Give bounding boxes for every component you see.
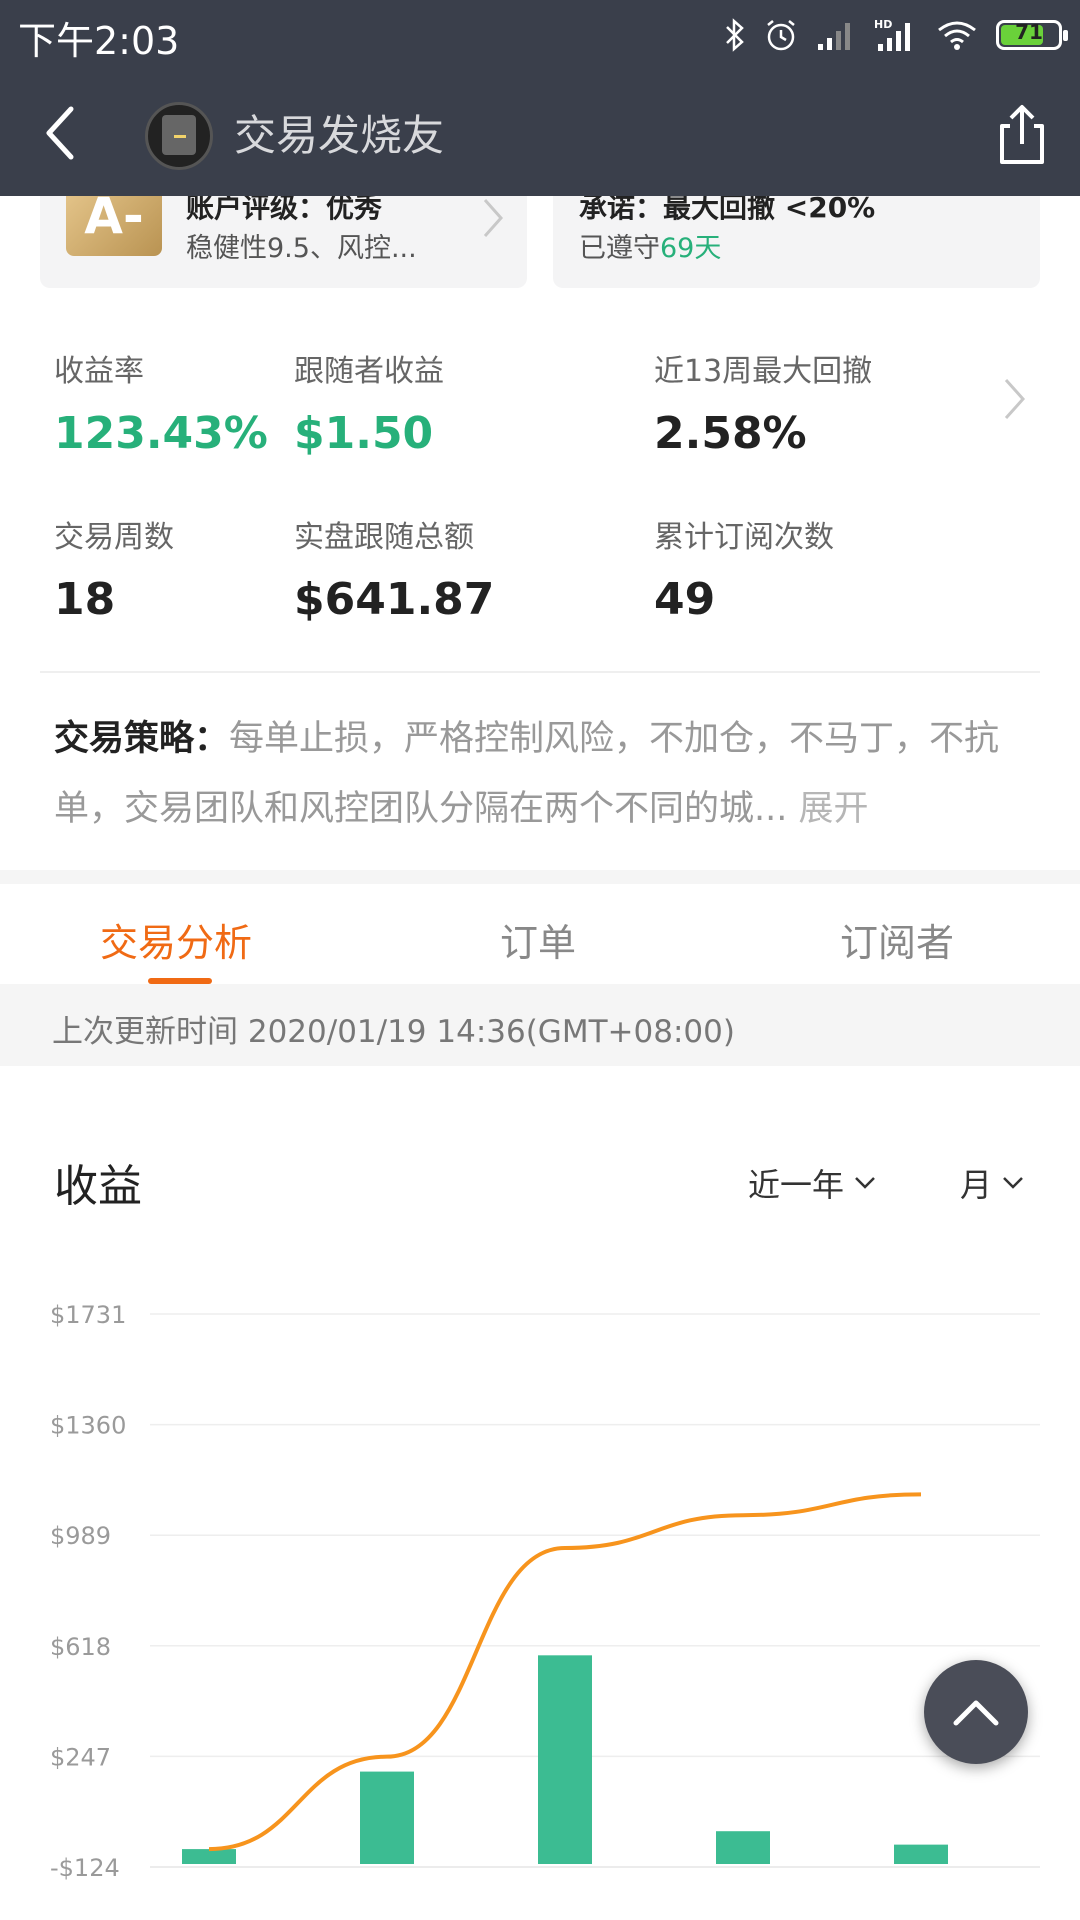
chart-grid [150,1313,1040,1868]
chevron-left-icon [46,106,74,160]
battery-icon: 71 [996,20,1068,50]
chevron-up-icon [953,1700,999,1726]
rating-detail: 稳健性9.5、风控... [186,233,417,264]
chart-y-axis: $1731 $1360 $989 $618 $247 -$124 [50,1301,126,1882]
stat-value: 123.43% [54,408,268,459]
signal-hd-icon: HD [874,18,910,51]
chart-bar [538,1655,592,1864]
signal-icon [818,23,850,50]
tab-orders[interactable]: 订单 [500,912,576,967]
y-tick-label: -$124 [50,1854,120,1882]
chart-bar [716,1831,770,1864]
stat-value: 49 [654,574,716,625]
stat-follow-total: 实盘跟随总额 $641.87 [294,512,494,625]
profit-chart: $1731 $1360 $989 $618 $247 -$124 [50,1301,1040,1882]
stat-label: 实盘跟随总额 [294,520,474,555]
range-dropdown-label: 近一年 [748,1166,845,1204]
stat-value: 2.58% [654,408,807,459]
avatar[interactable] [145,102,213,170]
chevron-down-icon [855,1177,875,1189]
tab-subscribers[interactable]: 订阅者 [840,912,954,967]
y-tick-label: $1731 [50,1301,126,1329]
status-time: 下午2:03 [18,19,180,63]
y-tick-label: $247 [50,1743,111,1771]
app-header: 下午2:03 HD 71 交易发烧友 [0,0,1080,196]
y-tick-label: $1360 [50,1412,126,1440]
tab-trade-analysis[interactable]: 交易分析 [100,912,252,967]
scroll-top-button[interactable] [924,1660,1028,1764]
y-tick-label: $618 [50,1633,111,1661]
stat-subscriptions: 累计订阅次数 49 [654,512,834,625]
stat-trade-weeks: 交易周数 18 [54,512,174,625]
stat-label: 近13周最大回撤 [654,354,873,389]
page-title: 交易发烧友 [234,111,445,160]
status-bar: 下午2:03 HD 71 [0,0,1080,70]
bluetooth-icon [726,18,744,52]
stat-value: $641.87 [294,574,495,625]
status-icons: HD 71 [724,14,1068,56]
tab-bar: 交易分析 订单 订阅者 [0,884,1080,984]
divider [40,671,1040,673]
period-dropdown-label: 月 [960,1166,993,1204]
chevron-right-icon [483,199,504,237]
section-gap [0,870,1080,884]
chevron-right-icon[interactable] [1002,376,1028,422]
stat-return-rate: 收益率 123.43% [54,346,268,459]
chart-title: 收益 [54,1161,142,1212]
promise-detail: 已遵守69天 [579,233,722,264]
chart-bars [182,1655,948,1864]
stat-value: 18 [54,574,116,625]
svg-text:HD: HD [874,18,892,31]
update-bar: 上次更新时间 2020/01/19 14:36(GMT+08:00) [0,984,1080,1066]
update-time: 上次更新时间 2020/01/19 14:36(GMT+08:00) [52,1014,735,1050]
stat-follower-profit: 跟随者收益 $1.50 [294,346,444,459]
share-icon [1000,105,1044,164]
expand-link[interactable]: 展开 [799,789,869,829]
stat-label: 收益率 [54,354,144,389]
range-dropdown[interactable]: 近一年 [748,1160,876,1206]
stat-max-drawdown[interactable]: 近13周最大回撤 2.58% [654,346,872,459]
chevron-down-icon [1003,1177,1023,1189]
stat-label: 累计订阅次数 [654,520,834,555]
share-button[interactable] [994,102,1050,166]
stat-value: $1.50 [294,408,434,459]
chart-bar [894,1844,948,1864]
strategy-text: 交易策略：每单止损，严格控制风险，不加仓，不马丁，不抗单，交易团队和风控团队分隔… [54,704,1034,844]
chart-bar [360,1771,414,1864]
alarm-icon [767,20,795,51]
y-tick-label: $989 [50,1522,111,1550]
strategy-label: 交易策略： [54,719,230,759]
stat-label: 跟随者收益 [294,354,444,389]
nav-bar: 交易发烧友 [0,70,1080,196]
period-dropdown[interactable]: 月 [960,1160,1024,1206]
stat-label: 交易周数 [54,520,174,555]
chart-bar [182,1849,236,1864]
battery-level: 71 [1015,20,1043,44]
back-button[interactable] [30,96,90,170]
wifi-icon [938,21,976,50]
